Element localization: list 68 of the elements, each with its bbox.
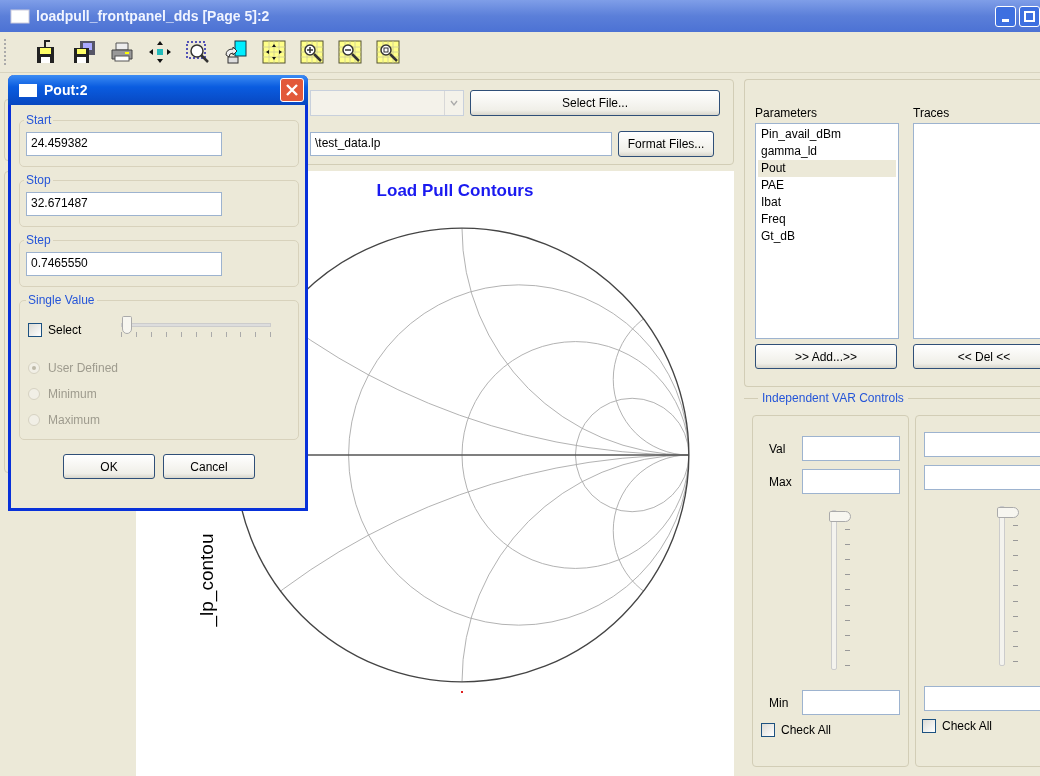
group-label: Independent VAR Controls (761, 391, 905, 405)
group-label: Step (25, 233, 52, 247)
slider-thumb[interactable] (829, 511, 851, 522)
checkbox-label: Check All (781, 723, 832, 737)
input-field[interactable]: 0.7465550 (26, 252, 222, 276)
input-field[interactable] (924, 432, 1040, 457)
radio-label: Maximum (48, 413, 100, 427)
input-field[interactable]: 24.459382 (26, 132, 222, 156)
window-title: loadpull_frontpanel_dds [Page 5]:2 (36, 8, 271, 24)
list-item[interactable]: Gt_dB (758, 228, 896, 245)
delete-button[interactable]: << Del << (913, 344, 1040, 369)
field-label: Min (768, 695, 790, 710)
minimize-button[interactable] (995, 5, 1016, 27)
field-label: Val (768, 441, 787, 456)
list-label: Traces (913, 106, 951, 120)
group-label: Stop (25, 173, 52, 187)
add-button[interactable]: >> Add...>> (755, 344, 897, 369)
checkbox-label: Select (48, 323, 82, 337)
grid-arrows-icon[interactable] (261, 39, 287, 65)
close-button[interactable] (280, 78, 304, 102)
minimize-icon (1002, 18, 1009, 22)
chart-title: Load Pull Contours (376, 181, 534, 201)
input-field[interactable] (802, 436, 900, 461)
list-item[interactable]: Pout (758, 160, 896, 177)
list-item[interactable]: gamma_ld (758, 143, 896, 160)
checkbox[interactable] (922, 719, 936, 733)
window-icon (10, 7, 30, 25)
input-field[interactable] (802, 690, 900, 715)
checkbox[interactable] (761, 723, 775, 737)
ok-button[interactable]: OK (63, 454, 155, 479)
field-label: Max (768, 474, 793, 489)
group-label: Start (25, 113, 53, 127)
toolbar-grip (4, 39, 9, 65)
copy-icon[interactable] (223, 39, 249, 65)
input-field[interactable]: 32.671487 (26, 192, 222, 216)
cancel-button[interactable]: Cancel (163, 454, 255, 479)
slider-thumb[interactable] (996, 507, 1019, 518)
list-item[interactable]: Freq (758, 211, 896, 228)
list-item[interactable]: Pin_avail_dBm (758, 126, 896, 143)
zoom-in-icon[interactable] (299, 39, 325, 65)
maximize-button[interactable] (1019, 5, 1040, 27)
axis-label: _lp_contou (196, 533, 218, 627)
list-item[interactable]: Ibat (758, 194, 896, 211)
list-label: Parameters (755, 106, 819, 120)
zoom-fit-icon[interactable] (375, 39, 401, 65)
select-file-button[interactable]: Select File... (470, 90, 720, 116)
dialog-title: Pout:2 (44, 82, 89, 98)
group-label: Single Value (27, 293, 96, 307)
chevron-down-icon (449, 98, 459, 108)
radio-label: User Defined (48, 361, 119, 375)
checkbox-label: Check All (942, 719, 993, 733)
floppy-disks-icon[interactable] (71, 39, 97, 65)
checkbox[interactable] (28, 323, 42, 337)
move-arrows-icon[interactable] (147, 39, 173, 65)
input-field[interactable] (802, 469, 900, 494)
file-path-field[interactable]: \test_data.lp (310, 132, 612, 156)
printer-icon[interactable] (109, 39, 135, 65)
list-item[interactable]: PAE (758, 177, 896, 194)
input-field[interactable] (924, 686, 1040, 711)
zoom-out-icon[interactable] (337, 39, 363, 65)
data-point-marker (461, 691, 463, 693)
format-files-button[interactable]: Format Files... (618, 131, 714, 157)
radio-label: Minimum (48, 387, 97, 401)
input-field[interactable] (924, 465, 1040, 490)
maximize-icon (1024, 10, 1035, 22)
zoom-box-icon[interactable] (185, 39, 211, 65)
slider-thumb[interactable] (122, 316, 133, 334)
window-icon (18, 81, 38, 99)
